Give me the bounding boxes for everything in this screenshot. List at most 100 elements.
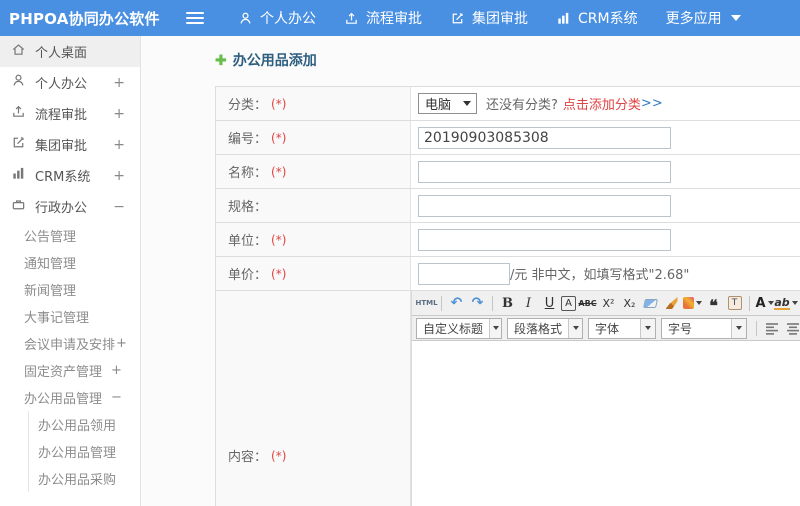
user-icon	[238, 11, 253, 26]
field-label: 编号： (*)	[216, 121, 411, 154]
sidebar-label: CRM系统	[35, 170, 91, 185]
add-supplies-form: 分类： (*) 电脑 还没有分类? 点击添加分类 >> 编号： (*) 2019…	[215, 86, 800, 506]
toolbar-separator	[441, 295, 442, 311]
main-content: ✚ 办公用品添加 分类： (*) 电脑 还没有分类? 点击添加分类 >> 编号：…	[141, 36, 800, 506]
add-plus-icon: ✚	[215, 53, 227, 69]
sidebar-item-notice-mgmt[interactable]: 通知管理	[0, 249, 140, 276]
category-select[interactable]: 电脑	[418, 93, 477, 114]
sidebar-item-meeting-mgmt[interactable]: 会议申请及安排 +	[0, 330, 140, 357]
sidebar-item-group-approval[interactable]: 集团审批 +	[0, 129, 140, 160]
sidebar-label: 办公用品管理	[38, 446, 117, 461]
topnav-more-apps[interactable]: 更多应用	[666, 8, 741, 28]
html-source-icon[interactable]: HTML	[415, 294, 437, 313]
align-center-icon[interactable]	[783, 319, 800, 338]
collapse-minus-icon[interactable]: −	[111, 390, 122, 405]
quick-format-icon[interactable]	[683, 294, 702, 313]
caret-down-icon	[568, 318, 582, 338]
name-input[interactable]	[418, 160, 671, 183]
topnav-label: 更多应用	[665, 11, 722, 27]
field-label: 规格：	[216, 189, 411, 222]
field-label: 分类： (*)	[216, 87, 411, 120]
topnav-crm[interactable]: CRM系统	[556, 8, 638, 28]
align-left-icon[interactable]	[762, 319, 781, 338]
topnav-group-approval[interactable]: 集团审批	[450, 8, 528, 28]
toolbar-separator	[756, 320, 757, 336]
expand-plus-icon[interactable]: +	[113, 75, 125, 91]
paste-text-icon[interactable]: T	[725, 294, 744, 313]
spec-input[interactable]	[418, 194, 671, 217]
topnav-label: 集团审批	[472, 11, 528, 27]
strikethrough-icon[interactable]: ABC	[578, 294, 597, 313]
sidebar-item-supplies-manage[interactable]: 办公用品管理	[29, 438, 140, 465]
expand-plus-icon[interactable]: +	[111, 363, 122, 378]
category-hint: 还没有分类?	[486, 98, 558, 113]
topnav-personal-office[interactable]: 个人办公	[238, 8, 316, 28]
unit-input[interactable]	[418, 228, 671, 251]
add-category-link-arrows[interactable]: >>	[641, 96, 663, 111]
sidebar-item-news-mgmt[interactable]: 新闻管理	[0, 276, 140, 303]
topbar: PHPOA协同办公软件 个人办公 流程审批 集团审批 CRM系统 更多应用	[0, 0, 800, 36]
required-mark: (*)	[271, 232, 287, 247]
editor-content[interactable]	[412, 341, 800, 506]
required-mark: (*)	[271, 448, 287, 463]
expand-plus-icon[interactable]: +	[113, 168, 125, 184]
editor-toolbar-row1: HTML ↶ ↷ B I U A ABC X² X₂ ❝ T A ab	[412, 291, 800, 316]
field-label: 单位： (*)	[216, 223, 411, 256]
sidebar-label: 通知管理	[24, 257, 77, 272]
bar-chart-icon	[556, 11, 571, 26]
expand-plus-icon[interactable]: +	[113, 137, 125, 153]
font-size-select[interactable]: 字号	[661, 317, 747, 339]
form-row-name: 名称： (*)	[216, 155, 800, 189]
custom-heading-select[interactable]: 自定义标题	[416, 317, 502, 339]
sidebar-label: 办公用品领用	[38, 419, 117, 434]
paragraph-format-select[interactable]: 段落格式	[507, 317, 583, 339]
underline-icon[interactable]: U	[540, 294, 559, 313]
sidebar-item-personal-office[interactable]: 个人办公 +	[0, 67, 140, 98]
bold-icon[interactable]: B	[498, 294, 517, 313]
eraser-icon[interactable]	[641, 294, 660, 313]
sidebar-label: 大事记管理	[24, 311, 90, 326]
highlight-color-icon[interactable]: ab	[774, 294, 798, 313]
page-title: ✚ 办公用品添加	[215, 51, 800, 72]
sidebar: 个人桌面 个人办公 + 流程审批 + 集团审批 + CRM系统 + 行政办公 −…	[0, 36, 141, 506]
edit-icon	[11, 135, 26, 154]
subscript-icon[interactable]: X₂	[620, 294, 639, 313]
sidebar-item-supplies-purchase[interactable]: 办公用品采购	[29, 465, 140, 492]
sidebar-item-events-mgmt[interactable]: 大事记管理	[0, 303, 140, 330]
sidebar-item-office-supplies-mgmt[interactable]: 办公用品管理 −	[0, 384, 140, 411]
redo-icon[interactable]: ↷	[468, 294, 487, 313]
italic-icon[interactable]: I	[519, 294, 538, 313]
workflow-icon	[11, 104, 26, 123]
toolbar-separator	[492, 295, 493, 311]
number-input[interactable]	[418, 126, 671, 149]
sidebar-item-crm[interactable]: CRM系统 +	[0, 160, 140, 191]
sidebar-label: 会议申请及安排	[24, 338, 116, 353]
format-brush-icon[interactable]	[662, 294, 681, 313]
caret-down-icon	[696, 301, 702, 305]
sidebar-item-announcement-mgmt[interactable]: 公告管理	[0, 222, 140, 249]
font-family-select[interactable]: 字体	[588, 317, 656, 339]
sidebar-item-supplies-claim[interactable]: 办公用品领用	[29, 411, 140, 438]
sidebar-item-workflow-approval[interactable]: 流程审批 +	[0, 98, 140, 129]
font-box-icon[interactable]: A	[561, 295, 576, 311]
sidebar-item-fixed-assets-mgmt[interactable]: 固定资产管理 +	[0, 357, 140, 384]
sidebar-label: 集团审批	[35, 139, 88, 154]
font-color-icon[interactable]: A	[755, 294, 774, 313]
add-category-link[interactable]: 点击添加分类	[563, 94, 641, 113]
undo-icon[interactable]: ↶	[447, 294, 466, 313]
hamburger-icon[interactable]	[186, 12, 204, 24]
superscript-icon[interactable]: X²	[599, 294, 618, 313]
sidebar-item-personal-desktop[interactable]: 个人桌面	[0, 36, 140, 67]
expand-plus-icon[interactable]: +	[113, 106, 125, 122]
field-value	[411, 155, 800, 188]
blockquote-icon[interactable]: ❝	[704, 294, 723, 314]
edit-icon	[450, 11, 465, 26]
caret-down-icon	[791, 301, 798, 305]
topnav-workflow-approval[interactable]: 流程审批	[344, 8, 422, 28]
expand-plus-icon[interactable]: +	[116, 336, 127, 351]
price-input[interactable]	[418, 262, 510, 285]
form-row-price: 单价： (*) /元 非中文，如填写格式"2.68"	[216, 257, 800, 291]
sidebar-item-admin-office[interactable]: 行政办公 −	[0, 191, 140, 222]
required-mark: (*)	[271, 164, 287, 179]
collapse-minus-icon[interactable]: −	[113, 199, 125, 215]
